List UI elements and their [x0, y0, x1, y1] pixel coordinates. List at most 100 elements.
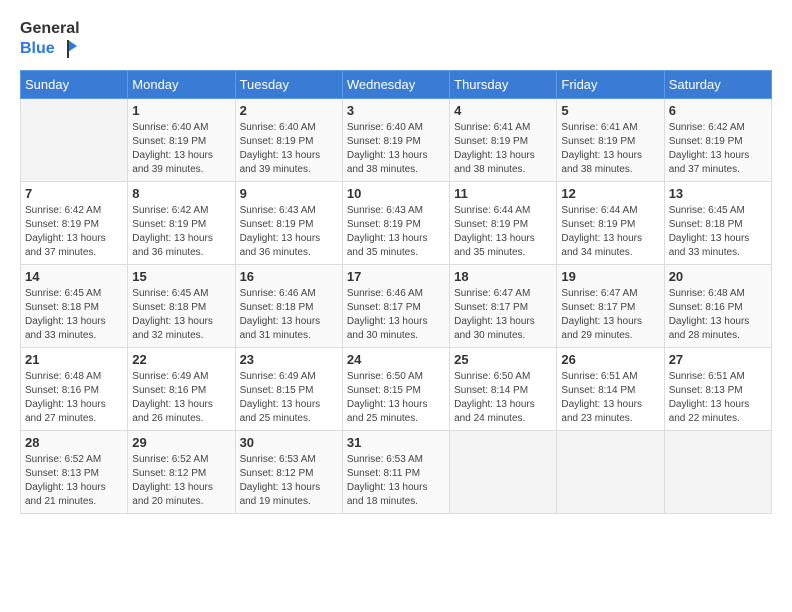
day-info: Sunrise: 6:50 AM Sunset: 8:14 PM Dayligh…: [454, 370, 552, 426]
page-header: General Blue: [20, 20, 772, 60]
day-number: 3: [347, 103, 445, 118]
day-info: Sunrise: 6:52 AM Sunset: 8:12 PM Dayligh…: [132, 453, 230, 509]
day-info: Sunrise: 6:40 AM Sunset: 8:19 PM Dayligh…: [240, 121, 338, 177]
day-cell: 29 Sunrise: 6:52 AM Sunset: 8:12 PM Dayli…: [128, 430, 235, 513]
day-number: 26: [561, 352, 659, 367]
day-cell: 18Sunrise: 6:47 AM Sunset: 8:17 PM Dayli…: [450, 264, 557, 347]
day-info: Sunrise: 6:45 AM Sunset: 8:18 PM Dayligh…: [132, 287, 230, 343]
day-info: Sunrise: 6:44 AM Sunset: 8:19 PM Dayligh…: [454, 204, 552, 260]
day-info: Sunrise: 6:46 AM Sunset: 8:18 PM Dayligh…: [240, 287, 338, 343]
day-number: 27: [669, 352, 767, 367]
day-cell: 6 Sunrise: 6:42 AM Sunset: 8:19 PM Daylig…: [664, 98, 771, 181]
day-info: Sunrise: 6:43 AM Sunset: 8:19 PM Dayligh…: [347, 204, 445, 260]
header-cell-saturday: Saturday: [664, 70, 771, 98]
day-info: Sunrise: 6:45 AM Sunset: 8:18 PM Dayligh…: [669, 204, 767, 260]
day-info: Sunrise: 6:44 AM Sunset: 8:19 PM Dayligh…: [561, 204, 659, 260]
day-info: Sunrise: 6:53 AM Sunset: 8:11 PM Dayligh…: [347, 453, 445, 509]
day-number: 6: [669, 103, 767, 118]
day-cell: 15 Sunrise: 6:45 AM Sunset: 8:18 PM Dayli…: [128, 264, 235, 347]
day-cell: [450, 430, 557, 513]
header-cell-friday: Friday: [557, 70, 664, 98]
logo: General Blue: [20, 20, 80, 60]
day-number: 30: [240, 435, 338, 450]
day-cell: 17 Sunrise: 6:46 AM Sunset: 8:17 PM Dayli…: [342, 264, 449, 347]
day-info: Sunrise: 6:40 AM Sunset: 8:19 PM Dayligh…: [132, 121, 230, 177]
header-cell-wednesday: Wednesday: [342, 70, 449, 98]
day-info: Sunrise: 6:46 AM Sunset: 8:17 PM Dayligh…: [347, 287, 445, 343]
day-cell: 12 Sunrise: 6:44 AM Sunset: 8:19 PM Dayli…: [557, 181, 664, 264]
day-cell: 10Sunrise: 6:43 AM Sunset: 8:19 PM Dayli…: [342, 181, 449, 264]
day-info: Sunrise: 6:47 AM Sunset: 8:17 PM Dayligh…: [561, 287, 659, 343]
day-number: 2: [240, 103, 338, 118]
day-info: Sunrise: 6:43 AM Sunset: 8:19 PM Dayligh…: [240, 204, 338, 260]
day-cell: 5Sunrise: 6:41 AM Sunset: 8:19 PM Daylig…: [557, 98, 664, 181]
day-cell: 26 Sunrise: 6:51 AM Sunset: 8:14 PM Dayli…: [557, 347, 664, 430]
day-info: Sunrise: 6:51 AM Sunset: 8:14 PM Dayligh…: [561, 370, 659, 426]
day-cell: 4 Sunrise: 6:41 AM Sunset: 8:19 PM Daylig…: [450, 98, 557, 181]
day-cell: 30Sunrise: 6:53 AM Sunset: 8:12 PM Dayli…: [235, 430, 342, 513]
day-number: 28: [25, 435, 123, 450]
day-cell: 19 Sunrise: 6:47 AM Sunset: 8:17 PM Dayli…: [557, 264, 664, 347]
week-row: 14Sunrise: 6:45 AM Sunset: 8:18 PM Dayli…: [21, 264, 772, 347]
day-number: 7: [25, 186, 123, 201]
day-number: 19: [561, 269, 659, 284]
day-cell: 24 Sunrise: 6:50 AM Sunset: 8:15 PM Dayli…: [342, 347, 449, 430]
week-row: 1Sunrise: 6:40 AM Sunset: 8:19 PM Daylig…: [21, 98, 772, 181]
day-cell: 23 Sunrise: 6:49 AM Sunset: 8:15 PM Dayli…: [235, 347, 342, 430]
day-number: 18: [454, 269, 552, 284]
day-info: Sunrise: 6:41 AM Sunset: 8:19 PM Dayligh…: [561, 121, 659, 177]
day-info: Sunrise: 6:50 AM Sunset: 8:15 PM Dayligh…: [347, 370, 445, 426]
day-cell: 16 Sunrise: 6:46 AM Sunset: 8:18 PM Dayli…: [235, 264, 342, 347]
week-row: 21 Sunrise: 6:48 AM Sunset: 8:16 PM Dayli…: [21, 347, 772, 430]
day-number: 9: [240, 186, 338, 201]
day-cell: 22 Sunrise: 6:49 AM Sunset: 8:16 PM Dayli…: [128, 347, 235, 430]
day-number: 12: [561, 186, 659, 201]
day-number: 29: [132, 435, 230, 450]
day-number: 4: [454, 103, 552, 118]
header-cell-thursday: Thursday: [450, 70, 557, 98]
day-info: Sunrise: 6:40 AM Sunset: 8:19 PM Dayligh…: [347, 121, 445, 177]
day-number: 8: [132, 186, 230, 201]
day-cell: 13 Sunrise: 6:45 AM Sunset: 8:18 PM Dayli…: [664, 181, 771, 264]
day-cell: 3 Sunrise: 6:40 AM Sunset: 8:19 PM Daylig…: [342, 98, 449, 181]
day-number: 21: [25, 352, 123, 367]
day-number: 25: [454, 352, 552, 367]
day-number: 31: [347, 435, 445, 450]
day-info: Sunrise: 6:41 AM Sunset: 8:19 PM Dayligh…: [454, 121, 552, 177]
week-row: 28Sunrise: 6:52 AM Sunset: 8:13 PM Dayli…: [21, 430, 772, 513]
logo-general: General: [20, 20, 80, 38]
week-row: 7 Sunrise: 6:42 AM Sunset: 8:19 PM Daylig…: [21, 181, 772, 264]
calendar-header: SundayMondayTuesdayWednesdayThursdayFrid…: [21, 70, 772, 98]
day-cell: 21 Sunrise: 6:48 AM Sunset: 8:16 PM Dayli…: [21, 347, 128, 430]
day-cell: 8 Sunrise: 6:42 AM Sunset: 8:19 PM Daylig…: [128, 181, 235, 264]
day-cell: 1Sunrise: 6:40 AM Sunset: 8:19 PM Daylig…: [128, 98, 235, 181]
logo-flag-icon: [57, 38, 79, 60]
day-number: 15: [132, 269, 230, 284]
day-cell: 28Sunrise: 6:52 AM Sunset: 8:13 PM Dayli…: [21, 430, 128, 513]
day-cell: 2 Sunrise: 6:40 AM Sunset: 8:19 PM Daylig…: [235, 98, 342, 181]
day-number: 24: [347, 352, 445, 367]
day-info: Sunrise: 6:48 AM Sunset: 8:16 PM Dayligh…: [669, 287, 767, 343]
day-cell: 9 Sunrise: 6:43 AM Sunset: 8:19 PM Daylig…: [235, 181, 342, 264]
day-cell: 7 Sunrise: 6:42 AM Sunset: 8:19 PM Daylig…: [21, 181, 128, 264]
day-cell: [557, 430, 664, 513]
day-cell: 14Sunrise: 6:45 AM Sunset: 8:18 PM Dayli…: [21, 264, 128, 347]
day-number: 23: [240, 352, 338, 367]
day-info: Sunrise: 6:42 AM Sunset: 8:19 PM Dayligh…: [132, 204, 230, 260]
header-row: SundayMondayTuesdayWednesdayThursdayFrid…: [21, 70, 772, 98]
day-info: Sunrise: 6:51 AM Sunset: 8:13 PM Dayligh…: [669, 370, 767, 426]
day-info: Sunrise: 6:48 AM Sunset: 8:16 PM Dayligh…: [25, 370, 123, 426]
day-info: Sunrise: 6:49 AM Sunset: 8:15 PM Dayligh…: [240, 370, 338, 426]
day-info: Sunrise: 6:42 AM Sunset: 8:19 PM Dayligh…: [25, 204, 123, 260]
logo-container: General Blue: [20, 20, 80, 60]
day-number: 13: [669, 186, 767, 201]
day-number: 22: [132, 352, 230, 367]
day-info: Sunrise: 6:42 AM Sunset: 8:19 PM Dayligh…: [669, 121, 767, 177]
logo-blue: Blue: [20, 38, 80, 60]
day-cell: 11Sunrise: 6:44 AM Sunset: 8:19 PM Dayli…: [450, 181, 557, 264]
calendar-body: 1Sunrise: 6:40 AM Sunset: 8:19 PM Daylig…: [21, 98, 772, 513]
day-number: 17: [347, 269, 445, 284]
day-info: Sunrise: 6:49 AM Sunset: 8:16 PM Dayligh…: [132, 370, 230, 426]
day-info: Sunrise: 6:45 AM Sunset: 8:18 PM Dayligh…: [25, 287, 123, 343]
day-number: 16: [240, 269, 338, 284]
